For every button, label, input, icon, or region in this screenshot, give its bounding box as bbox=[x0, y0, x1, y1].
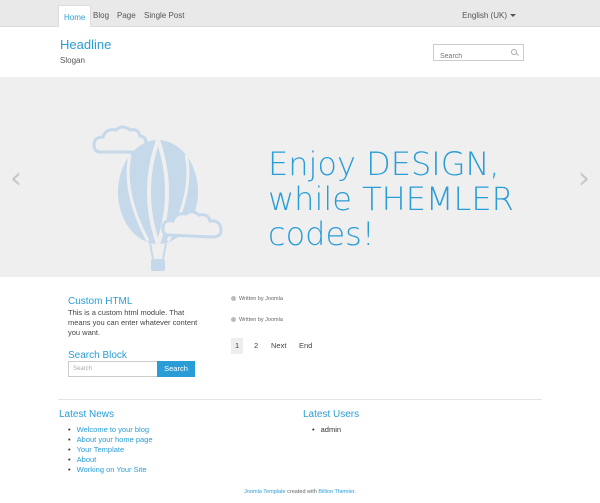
post-author-1: Written by Joomla bbox=[231, 296, 283, 302]
search-block-button[interactable]: Search bbox=[157, 361, 195, 377]
site-slogan: Slogan bbox=[60, 56, 85, 65]
nav-single-post[interactable]: Single Post bbox=[139, 4, 189, 27]
header-search bbox=[433, 44, 524, 64]
nav-blog[interactable]: Blog bbox=[88, 4, 114, 27]
post-author-1-label: Written by Joomla bbox=[239, 296, 283, 302]
latest-users-title: Latest Users bbox=[303, 409, 360, 420]
user-icon bbox=[231, 317, 236, 323]
hero-slider: ‹ › Enjoy DESIGN, while THEMLER codes! bbox=[0, 77, 600, 277]
custom-html-title: Custom HTML bbox=[68, 296, 133, 307]
list-item: admin bbox=[312, 425, 341, 435]
page-footer: Joomla Template created with Billion The… bbox=[0, 489, 600, 495]
chevron-left-icon[interactable]: ‹ bbox=[10, 161, 22, 196]
pagination-page-2[interactable]: 2 bbox=[250, 338, 262, 354]
footer-text: created with bbox=[285, 489, 319, 495]
language-label: English (UK) bbox=[462, 11, 507, 20]
footer-period: . bbox=[354, 489, 356, 495]
latest-users-list: admin bbox=[312, 425, 341, 435]
list-item[interactable]: Working on Your Site bbox=[68, 465, 153, 475]
pagination-page-1[interactable]: 1 bbox=[231, 338, 244, 354]
top-navbar: Home Blog Page Single Post English (UK) bbox=[0, 0, 600, 27]
list-item[interactable]: Welcome to your blog bbox=[68, 425, 153, 435]
latest-news-list: Welcome to your blog About your home pag… bbox=[68, 425, 153, 475]
user-icon bbox=[231, 296, 236, 302]
list-item[interactable]: About bbox=[68, 455, 153, 465]
slide-line-2: while THEMLER bbox=[268, 180, 514, 218]
latest-news-title: Latest News bbox=[59, 409, 115, 420]
nav-page[interactable]: Page bbox=[112, 4, 141, 27]
search-icon[interactable] bbox=[511, 49, 517, 55]
post-author-2: Written by Joomla bbox=[231, 317, 283, 323]
caret-down-icon bbox=[510, 14, 516, 18]
footer-joomla-link[interactable]: Joomla Template bbox=[244, 489, 285, 495]
pagination-next[interactable]: Next bbox=[267, 338, 290, 354]
header-search-input[interactable] bbox=[434, 49, 504, 64]
balloon-illustration bbox=[92, 125, 223, 271]
slide-caption: Enjoy DESIGN, while THEMLER codes! bbox=[268, 147, 514, 252]
section-divider bbox=[58, 399, 542, 400]
slide-line-1: Enjoy DESIGN, bbox=[268, 145, 500, 183]
nav-home[interactable]: Home bbox=[58, 5, 92, 27]
post-author-2-label: Written by Joomla bbox=[239, 317, 283, 323]
site-headline[interactable]: Headline bbox=[60, 37, 111, 52]
chevron-right-icon[interactable]: › bbox=[578, 161, 590, 196]
search-block-input[interactable]: Search bbox=[68, 361, 158, 377]
search-block-title: Search Block bbox=[68, 350, 127, 361]
language-dropdown[interactable]: English (UK) bbox=[462, 4, 516, 27]
slide-line-3: codes! bbox=[268, 215, 375, 253]
footer-themler-link[interactable]: Billion Themler bbox=[318, 489, 354, 495]
list-item[interactable]: About your home page bbox=[68, 435, 153, 445]
custom-html-text: This is a custom html module. That means… bbox=[68, 308, 198, 337]
list-item[interactable]: Your Template bbox=[68, 445, 153, 455]
pagination-end[interactable]: End bbox=[295, 338, 316, 354]
